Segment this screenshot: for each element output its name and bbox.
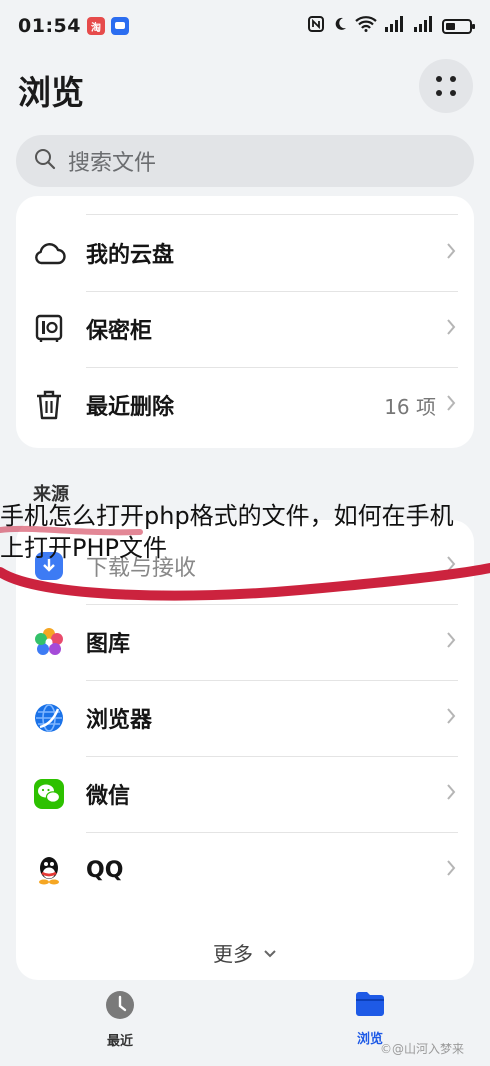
- location-item-safe[interactable]: 保密柜: [16, 291, 474, 367]
- trash-icon: [32, 388, 66, 422]
- dot-icon: [436, 90, 442, 96]
- tab-label: 最近: [106, 1034, 133, 1049]
- search-icon: [34, 148, 56, 174]
- chevron-right-icon: [446, 859, 456, 881]
- location-label: 保密柜: [86, 319, 153, 344]
- message-notification-icon: [110, 17, 129, 35]
- dot-icon: [450, 76, 456, 82]
- more-sources-button[interactable]: 更多: [16, 932, 474, 972]
- status-indicators: [307, 15, 475, 37]
- chevron-right-icon: [446, 783, 456, 805]
- source-label: 浏览器: [86, 708, 153, 733]
- wechat-icon: [32, 777, 66, 811]
- trash-count: 16 项: [384, 394, 436, 419]
- moon-icon: [332, 16, 348, 36]
- battery-icon: [442, 18, 475, 34]
- signal-icon-2: [413, 16, 435, 36]
- folder-icon: [354, 990, 386, 1022]
- caption-line-2: 上打开PHP文件: [0, 534, 167, 562]
- chevron-down-icon: [263, 940, 277, 964]
- search-placeholder: 搜索文件: [68, 151, 157, 176]
- signal-icon: [384, 16, 406, 36]
- more-label: 更多: [213, 941, 253, 966]
- app-notification-icon: 淘: [86, 17, 105, 35]
- chevron-right-icon: [446, 318, 456, 340]
- tab-recent[interactable]: 最近: [80, 990, 160, 1049]
- source-label: QQ: [86, 857, 124, 883]
- chevron-right-icon: [446, 707, 456, 729]
- location-label: 最近删除: [86, 395, 175, 420]
- cloud-icon: [32, 236, 66, 270]
- chevron-right-icon: [446, 631, 456, 653]
- overlay-caption: 手机怎么打开php格式的文件，如何在手机 上打开PHP文件: [0, 500, 490, 564]
- source-item-qq[interactable]: QQ: [16, 832, 474, 908]
- source-label: 微信: [86, 784, 131, 809]
- wifi-icon: [355, 16, 377, 36]
- dot-icon: [450, 90, 456, 96]
- caption-line-1: 手机怎么打开php格式的文件，如何在手机: [0, 502, 454, 530]
- gallery-icon: [32, 625, 66, 659]
- source-label: 图库: [86, 632, 131, 657]
- source-item-browser[interactable]: 浏览器: [16, 680, 474, 756]
- chevron-right-icon: [446, 394, 456, 416]
- location-label: 我的云盘: [86, 243, 175, 268]
- location-item-trash[interactable]: 最近删除 16 项: [16, 367, 474, 443]
- tab-browse[interactable]: 浏览: [330, 990, 410, 1047]
- dot-icon: [436, 76, 442, 82]
- browser-icon: [32, 701, 66, 735]
- source-item-wechat[interactable]: 微信: [16, 756, 474, 832]
- safe-icon: [32, 312, 66, 346]
- locations-card: 我的云盘 保密柜 最近删除 16 项: [16, 196, 474, 448]
- more-options-button[interactable]: [419, 59, 473, 113]
- page-title: 浏览: [18, 73, 84, 112]
- clock-icon: [105, 990, 135, 1024]
- nfc-icon: [307, 15, 325, 37]
- qq-icon: [32, 853, 66, 887]
- status-bar: 01:54 淘: [0, 0, 490, 52]
- search-input[interactable]: 搜索文件: [16, 135, 474, 187]
- status-time: 01:54: [18, 15, 81, 37]
- source-item-gallery[interactable]: 图库: [16, 604, 474, 680]
- watermark-text: ©@山河入梦来: [380, 1042, 465, 1056]
- chevron-right-icon: [446, 242, 456, 264]
- location-item-cloud[interactable]: 我的云盘: [16, 215, 474, 291]
